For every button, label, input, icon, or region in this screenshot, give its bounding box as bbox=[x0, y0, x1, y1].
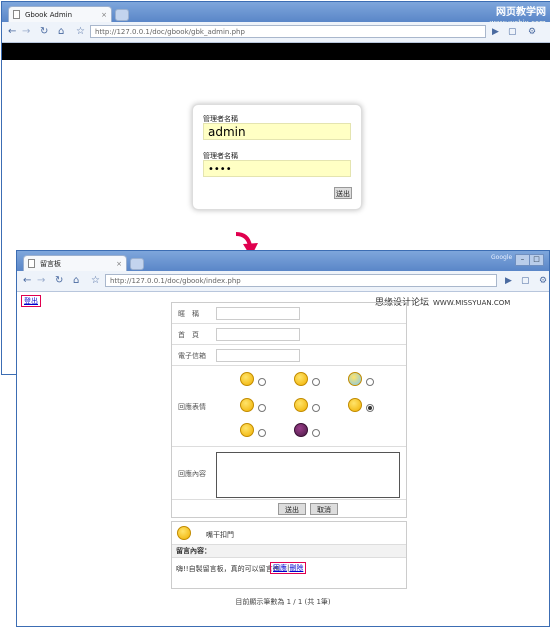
smile-emoticon-icon bbox=[177, 526, 191, 540]
new-tab-button[interactable] bbox=[115, 9, 129, 21]
reload-icon[interactable]: ↻ bbox=[55, 275, 63, 287]
bookmark-star-icon[interactable]: ☆ bbox=[76, 26, 85, 38]
page-icon bbox=[28, 259, 35, 268]
bookmark-star-icon[interactable]: ☆ bbox=[91, 275, 100, 287]
emoticon-radio-4[interactable] bbox=[258, 404, 266, 412]
homepage-input[interactable] bbox=[216, 328, 300, 341]
emoticon-radio-1[interactable] bbox=[258, 378, 266, 386]
tab-gbook-admin[interactable]: Gbook Admin × bbox=[8, 6, 112, 22]
maximize-button[interactable]: □ bbox=[529, 254, 544, 266]
tools-menu-icon[interactable]: ⚙ bbox=[539, 275, 547, 287]
guestbook-form: 暱 稱 首 頁 電子信箱 回應表情 回應內容 送出 取消 bbox=[171, 302, 407, 518]
homepage-label: 首 頁 bbox=[178, 331, 199, 339]
tab-title: 留言板 bbox=[40, 260, 61, 268]
laugh-emoticon-icon bbox=[348, 372, 362, 386]
entry-content-text: 嗨!!自製留言板，真的可以留言也 bbox=[176, 565, 280, 573]
reply-link[interactable]: 回應 bbox=[273, 564, 287, 572]
entry-author: 嘴干扣門 bbox=[206, 531, 234, 539]
reload-icon[interactable]: ↻ bbox=[40, 26, 48, 38]
username-input[interactable]: admin bbox=[203, 123, 351, 140]
entry-actions: 回應|刪除 bbox=[270, 562, 307, 574]
emoticon-radio-7[interactable] bbox=[258, 429, 266, 437]
google-label: Google bbox=[491, 254, 513, 261]
page-menu-icon[interactable]: ▢ bbox=[521, 275, 530, 287]
back-icon[interactable]: ← bbox=[23, 275, 31, 287]
nickname-label: 暱 稱 bbox=[178, 310, 199, 318]
emoticon-label: 回應表情 bbox=[178, 403, 206, 411]
back-icon[interactable]: ← bbox=[8, 26, 16, 38]
record-count: 目前顯示筆數為 1 / 1 (共 1筆) bbox=[235, 598, 331, 606]
email-input[interactable] bbox=[216, 349, 300, 362]
tab-title: Gbook Admin bbox=[25, 11, 73, 19]
tab-close-icon[interactable]: × bbox=[101, 7, 107, 23]
address-bar[interactable]: http://127.0.0.1/doc/gbook/gbk_admin.php bbox=[90, 25, 486, 38]
home-icon[interactable]: ⌂ bbox=[73, 275, 79, 287]
content-row: 回應內容 bbox=[172, 447, 406, 500]
dizzy-emoticon-icon bbox=[240, 423, 254, 437]
minimize-button[interactable]: – bbox=[515, 254, 530, 266]
smile-emoticon-icon bbox=[240, 372, 254, 386]
go-icon[interactable]: ▶ bbox=[505, 275, 512, 287]
home-icon[interactable]: ⌂ bbox=[58, 26, 64, 38]
emoticon-radio-8[interactable] bbox=[312, 429, 320, 437]
delete-link[interactable]: 刪除 bbox=[289, 564, 303, 572]
forward-icon[interactable]: → bbox=[37, 275, 45, 287]
content-heading-text: 留言內容： bbox=[176, 547, 211, 555]
login-submit-button[interactable]: 送出 bbox=[334, 187, 352, 199]
nickname-row: 暱 稱 bbox=[172, 303, 406, 324]
header-bar bbox=[2, 43, 550, 60]
content-label: 回應內容 bbox=[178, 470, 206, 478]
homepage-row: 首 頁 bbox=[172, 324, 406, 345]
email-row: 電子信箱 bbox=[172, 345, 406, 366]
title-bar: 留言板 × Google – □ bbox=[17, 251, 549, 271]
forward-icon[interactable]: → bbox=[22, 26, 30, 38]
shy-emoticon-icon bbox=[240, 398, 254, 412]
logout-link[interactable]: 登出 bbox=[21, 295, 41, 307]
emoticon-row: 回應表情 bbox=[172, 366, 406, 447]
page-icon bbox=[13, 10, 20, 19]
wink-emoticon-icon bbox=[294, 372, 308, 386]
emoticon-radio-3[interactable] bbox=[366, 378, 374, 386]
cool-emoticon-icon bbox=[348, 398, 362, 412]
form-cancel-button[interactable]: 取消 bbox=[310, 503, 338, 515]
browser-toolbar: ← → ↻ ⌂ ☆ http://127.0.0.1/doc/gbook/ind… bbox=[17, 271, 549, 292]
entry-content-heading: 留言內容： bbox=[172, 544, 406, 558]
email-label: 電子信箱 bbox=[178, 352, 206, 360]
address-bar[interactable]: http://127.0.0.1/doc/gbook/index.php bbox=[105, 274, 497, 287]
site-logo-text: 网页教学网 bbox=[496, 7, 546, 18]
title-bar: Gbook Admin × 网页教学网 www.webjx.com bbox=[2, 2, 550, 27]
tools-menu-icon[interactable]: ⚙ bbox=[528, 26, 536, 38]
tab-close-icon[interactable]: × bbox=[116, 256, 122, 272]
form-submit-button[interactable]: 送出 bbox=[278, 503, 306, 515]
emoticon-radio-5[interactable] bbox=[312, 404, 320, 412]
emoticon-radio-2[interactable] bbox=[312, 378, 320, 386]
message-entry: 嘴干扣門 留言內容： 嗨!!自製留言板，真的可以留言也 回應|刪除 bbox=[171, 521, 407, 589]
tongue-emoticon-icon bbox=[294, 398, 308, 412]
login-panel: 管理者名稱 admin 管理者名稱 •••• 送出 bbox=[192, 104, 362, 210]
go-icon[interactable]: ▶ bbox=[492, 26, 499, 38]
new-tab-button[interactable] bbox=[130, 258, 144, 270]
devil-emoticon-icon bbox=[294, 423, 308, 437]
browser-toolbar: ← → ↻ ⌂ ☆ http://127.0.0.1/doc/gbook/gbk… bbox=[2, 22, 550, 43]
page-menu-icon[interactable]: ▢ bbox=[508, 26, 517, 38]
content-textarea[interactable] bbox=[216, 452, 400, 498]
emoticon-radio-6[interactable] bbox=[366, 404, 374, 412]
nickname-input[interactable] bbox=[216, 307, 300, 320]
guestbook-browser-window: 留言板 × Google – □ ← → ↻ ⌂ ☆ http://127.0.… bbox=[16, 250, 550, 627]
tab-guestbook[interactable]: 留言板 × bbox=[23, 255, 127, 271]
password-input[interactable]: •••• bbox=[203, 160, 351, 177]
watermark-url: WWW.MISSYUAN.COM bbox=[433, 299, 511, 307]
